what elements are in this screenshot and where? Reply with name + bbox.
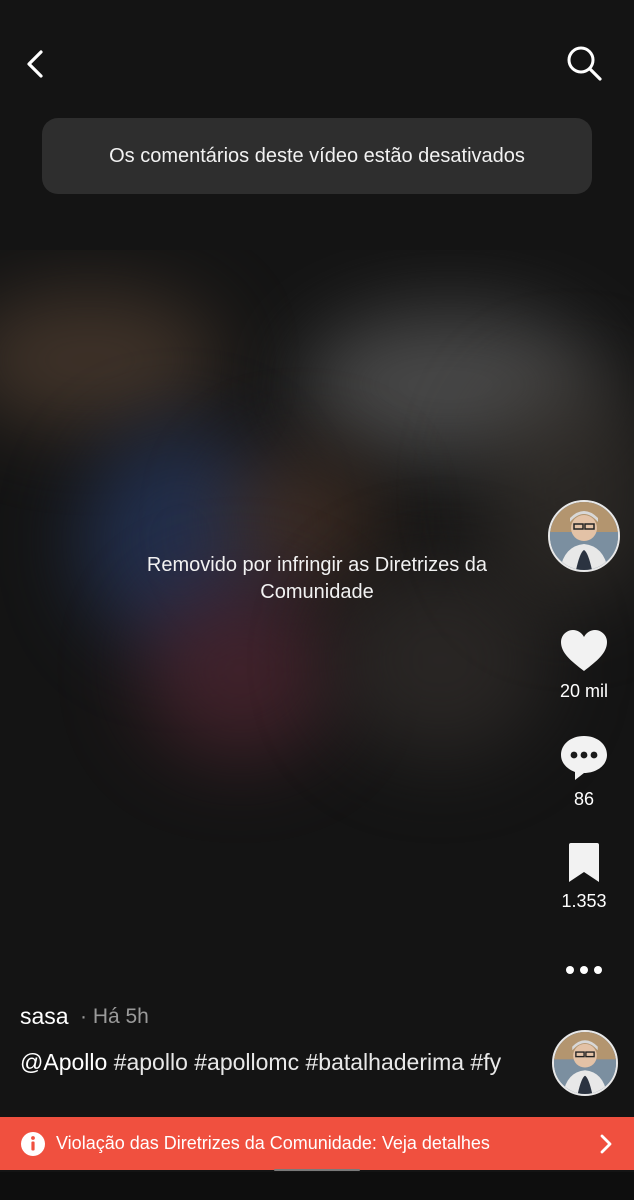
home-indicator [274,1169,360,1171]
sound-avatar-image [554,1032,616,1094]
caption-hashtags[interactable]: #apollo #apollomc #batalhaderima #fy [114,1049,501,1075]
comment-count: 86 [573,789,595,809]
creator-avatar[interactable] [548,500,620,572]
save-count: 1.353 [561,891,607,911]
like-count: 20 mil [559,681,608,701]
violation-banner-text: Violação das Diretrizes da Comunidade: V… [56,1133,490,1153]
search-button[interactable] [563,42,605,84]
save-button[interactable]: 1.353 [549,842,619,912]
more-button[interactable] [564,960,604,980]
bookmark-icon [569,843,599,882]
video-removed-message: Removido por infringir as Diretrizes da … [146,554,488,603]
caption-mention[interactable]: @Apollo [20,1049,107,1075]
toast-text: Os comentários deste vídeo estão desativ… [109,144,525,167]
back-button[interactable] [18,44,54,84]
comments-disabled-toast: Os comentários deste vídeo estão desativ… [42,118,592,194]
info-icon [21,1131,45,1156]
violation-banner[interactable]: Violação das Diretrizes da Comunidade: V… [0,1117,634,1170]
like-button[interactable]: 20 mil [549,628,619,702]
bottom-strip [0,1172,634,1200]
heart-icon [561,630,607,671]
back-icon [27,50,43,78]
sound-avatar[interactable] [552,1030,618,1096]
more-icon [566,966,602,974]
comment-icon [561,736,607,780]
chevron-right-icon [600,1134,612,1154]
avatar-image [550,502,618,570]
search-icon [567,46,602,81]
post-caption: @Apollo #apollo #apollomc #batalhaderima… [20,1047,540,1077]
post-username[interactable]: sasa [20,1003,69,1030]
post-time: · Há 5h [80,1005,149,1028]
comment-button[interactable]: 86 [549,734,619,810]
